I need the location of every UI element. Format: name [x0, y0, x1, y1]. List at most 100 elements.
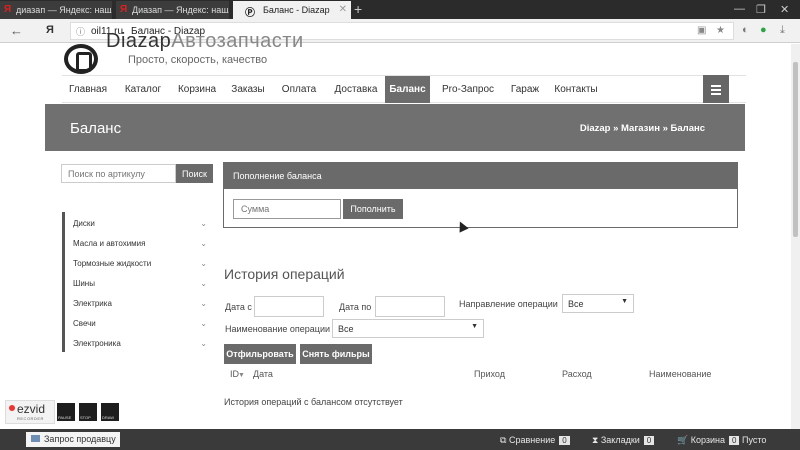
back-button[interactable]: ←	[10, 23, 23, 38]
brand-rest: Автозапчасти	[171, 30, 304, 52]
chevron-down-icon: ⌄	[200, 279, 207, 288]
yandex-home-button[interactable]: Я	[46, 24, 54, 36]
compare-link[interactable]: ⧉ Сравнение 0	[500, 435, 570, 446]
page-banner: Баланс Diazap » Магазин » Баланс	[45, 104, 745, 151]
menu-hamburger-icon[interactable]	[703, 75, 729, 103]
maximize-button[interactable]: ❐	[756, 3, 766, 16]
reset-filters-button[interactable]: Снять фильры	[300, 344, 372, 364]
date-to-label: Дата по	[339, 302, 372, 312]
nav-delivery[interactable]: Доставка	[328, 76, 384, 103]
bookmarks-count: 0	[643, 436, 655, 445]
search-button[interactable]: Поиск	[176, 164, 213, 183]
site-brand[interactable]: DiazapАвтозапчасти	[106, 30, 304, 53]
direction-value: Все	[568, 299, 584, 309]
yandex-favicon-icon: Я	[4, 4, 12, 15]
recorder-sub: RECORDER	[17, 416, 44, 421]
compare-count: 0	[559, 436, 570, 445]
tab-yandex-search-1[interactable]: Я диазап — Яндекс: нашлось	[0, 1, 112, 19]
sidebar-item-disks[interactable]: Диски ⌄	[73, 219, 207, 228]
site-info-icon[interactable]: ⓘ	[76, 25, 85, 38]
nav-payment[interactable]: Оплата	[274, 76, 324, 103]
reader-icon[interactable]: ▣	[697, 25, 706, 36]
date-to-input[interactable]	[375, 296, 445, 317]
brand-bold: Diazap	[106, 30, 172, 52]
site-tagline: Просто, скорость, качество	[128, 54, 268, 66]
category-label: Электрика	[73, 299, 112, 308]
site-logo-icon[interactable]	[64, 44, 98, 74]
ask-seller-label: Запрос продавцу	[44, 434, 116, 444]
article-search-input[interactable]	[61, 164, 176, 183]
select-arrow-icon: ▼	[471, 323, 478, 330]
record-dot-icon	[9, 405, 15, 411]
amount-input[interactable]	[233, 199, 341, 219]
recorder-pause-button[interactable]: PAUSE	[57, 403, 75, 421]
close-window-button[interactable]: ✕	[780, 3, 789, 16]
cart-status: Пусто	[742, 435, 767, 445]
recorder-logo: ezvid RECORDER	[5, 400, 55, 424]
new-tab-button[interactable]: +	[354, 1, 362, 17]
sidebar-item-brake-fluids[interactable]: Тормозные жидкости ⌄	[73, 259, 207, 268]
category-label: Электроника	[73, 339, 121, 348]
operation-name-label: Наименование операции	[225, 324, 330, 334]
tab-balance-active[interactable]: Ⓟ Баланс - Diazap ✕	[233, 1, 351, 19]
bookmarks-icon: ⧗	[592, 435, 599, 445]
operation-name-select[interactable]: Все ▼	[332, 319, 484, 338]
operation-name-value: Все	[338, 324, 354, 334]
bookmarks-label: Закладки	[600, 435, 640, 445]
nav-orders[interactable]: Заказы	[226, 76, 270, 103]
sidebar-item-tires[interactable]: Шины ⌄	[73, 279, 207, 288]
recorder-draw-button[interactable]: DRAW	[101, 403, 119, 421]
download-icon[interactable]: ⤓	[780, 24, 785, 37]
direction-select[interactable]: Все ▼	[562, 294, 634, 313]
ask-seller-button[interactable]: Запрос продавцу	[26, 432, 120, 447]
nav-home[interactable]: Главная	[62, 76, 114, 103]
tab-label: Баланс - Diazap	[263, 5, 330, 15]
compare-icon: ⧉	[500, 435, 507, 445]
category-label: Диски	[73, 219, 95, 228]
minimize-button[interactable]: —	[734, 3, 745, 15]
column-name[interactable]: Наименование	[649, 369, 711, 379]
pause-label: PAUSE	[58, 415, 72, 420]
breadcrumb[interactable]: Diazap » Магазин » Баланс	[580, 123, 705, 134]
category-label: Свечи	[73, 319, 96, 328]
scrollbar-thumb[interactable]	[793, 62, 798, 237]
chat-icon	[31, 435, 40, 442]
nav-garage[interactable]: Гараж	[506, 76, 544, 103]
chevron-down-icon: ⌄	[200, 299, 207, 308]
category-label: Тормозные жидкости	[73, 259, 152, 268]
bookmarks-link[interactable]: ⧗ Закладки 0	[592, 435, 655, 446]
filter-button[interactable]: Отфильровать	[224, 344, 296, 364]
tab-yandex-search-2[interactable]: Я Диазап — Яндекс: нашлось	[116, 1, 229, 19]
draw-label: DRAW	[102, 415, 115, 420]
sidebar-item-electronics[interactable]: Электроника ⌄	[73, 339, 207, 348]
chevron-down-icon: ⌄	[200, 339, 207, 348]
sort-down-icon[interactable]: ▼	[238, 372, 245, 379]
protect-icon[interactable]: ●	[760, 24, 767, 36]
column-income[interactable]: Приход	[474, 369, 505, 379]
cart-link[interactable]: 🛒 Корзина 0 Пусто	[677, 435, 766, 446]
nav-pro-request[interactable]: Pro-Запрос	[433, 76, 503, 103]
sidebar-item-oils[interactable]: Масла и автохимия ⌄	[73, 239, 207, 248]
topup-button[interactable]: Пополнить	[343, 199, 403, 219]
nav-cart[interactable]: Корзина	[172, 76, 222, 103]
history-title: История операций	[224, 266, 345, 282]
chevron-down-icon: ⌄	[200, 239, 207, 248]
column-date[interactable]: Дата	[253, 369, 273, 379]
compare-label: Сравнение	[508, 435, 556, 445]
sidebar-item-electrics[interactable]: Электрика ⌄	[73, 299, 207, 308]
column-expense[interactable]: Расход	[562, 369, 592, 379]
recorder-stop-button[interactable]: STOP	[79, 403, 97, 421]
tab-label: диазап — Яндекс: нашлось	[16, 5, 112, 15]
close-tab-icon[interactable]: ✕	[339, 4, 347, 15]
bookmark-star-icon[interactable]: ★	[716, 25, 725, 36]
cart-icon: 🛒	[677, 435, 689, 445]
sidebar-item-spark-plugs[interactable]: Свечи ⌄	[73, 319, 207, 328]
recorder-brand: ezvid	[17, 402, 46, 416]
page-title: Баланс	[70, 120, 122, 137]
date-from-input[interactable]	[254, 296, 324, 317]
nav-contacts[interactable]: Контакты	[550, 76, 602, 103]
nav-catalog[interactable]: Каталог	[118, 76, 168, 103]
extension-icon[interactable]: ◐	[742, 24, 749, 36]
nav-balance[interactable]: Баланс	[385, 76, 430, 103]
panel-header: Пополнение баланса	[224, 163, 737, 189]
